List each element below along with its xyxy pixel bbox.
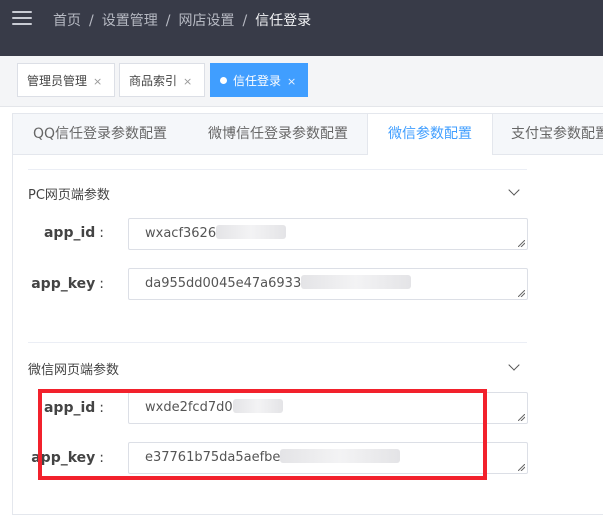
breadcrumb-home[interactable]: 首页: [53, 13, 81, 29]
pc-app-id-input[interactable]: wxacf3626: [128, 218, 528, 250]
page-tabs-bar: 管理员管理 × 商品索引 × 信任登录 ×: [0, 56, 603, 107]
subtab-wechat[interactable]: 微信参数配置: [367, 114, 493, 155]
section-title-wechat-web: 微信网页端参数: [28, 363, 120, 378]
breadcrumb-settings[interactable]: 设置管理: [102, 13, 158, 29]
pc-app-key-input[interactable]: da955dd0045e47a6933: [128, 268, 528, 300]
label-pc-app-id: app_id:: [43, 225, 104, 241]
section-title-pc: PC网页端参数: [28, 188, 110, 203]
tab-admin-management[interactable]: 管理员管理 ×: [17, 63, 115, 97]
close-icon[interactable]: ×: [287, 75, 296, 88]
subtab-qq[interactable]: QQ信任登录参数配置: [33, 114, 167, 154]
tab-product-index[interactable]: 商品索引 ×: [119, 63, 205, 97]
top-bar: 首页 / 设置管理 / 网店设置 / 信任登录: [0, 0, 603, 56]
close-icon[interactable]: ×: [93, 75, 102, 88]
breadcrumb-shop-settings[interactable]: 网店设置: [178, 13, 234, 29]
redacted-mask: [216, 225, 287, 239]
breadcrumb-current: 信任登录: [255, 13, 312, 29]
breadcrumb: 首页 / 设置管理 / 网店设置 / 信任登录: [53, 13, 312, 29]
resize-grip-icon[interactable]: [518, 464, 525, 471]
resize-grip-icon[interactable]: [518, 240, 525, 247]
active-dot-icon: [220, 77, 227, 84]
divider: [28, 342, 527, 343]
subtab-weibo[interactable]: 微博信任登录参数配置: [208, 114, 348, 154]
redacted-mask: [301, 275, 412, 289]
subtab-alipay[interactable]: 支付宝参数配置: [511, 114, 603, 154]
menu-icon[interactable]: [12, 11, 32, 25]
close-icon[interactable]: ×: [183, 75, 192, 88]
resize-grip-icon[interactable]: [518, 414, 525, 421]
resize-grip-icon[interactable]: [518, 290, 525, 297]
sub-tabs: QQ信任登录参数配置 微博信任登录参数配置 微信参数配置 支付宝参数配置: [13, 114, 603, 155]
label-pc-app-key: app_key:: [31, 276, 104, 292]
divider: [28, 169, 527, 170]
highlight-box: [38, 389, 487, 480]
tab-trust-login[interactable]: 信任登录 ×: [210, 63, 308, 97]
